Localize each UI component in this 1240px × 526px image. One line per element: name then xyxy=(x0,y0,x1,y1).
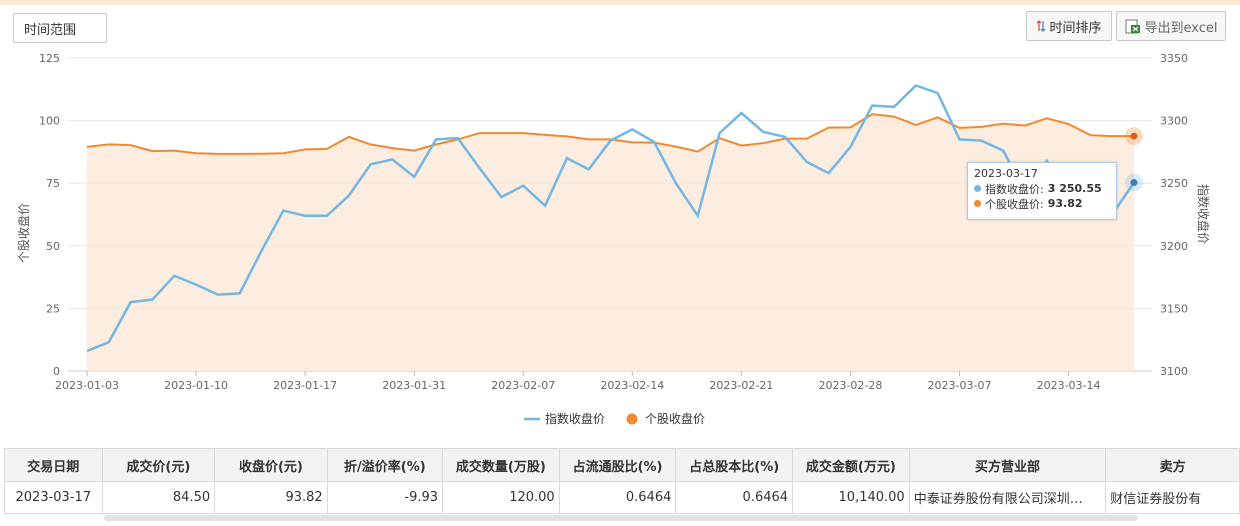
y-left-axis-title: 个股收盘价 xyxy=(16,203,31,263)
table-header[interactable]: 折/溢价率(%) xyxy=(326,448,444,482)
y-left-tick-label: 25 xyxy=(46,302,60,315)
tooltip-stock-label: 个股收盘价: xyxy=(985,197,1044,211)
x-tick-label: 2023-03-14 xyxy=(1037,379,1101,392)
y-right-axis-title: 指数收盘价 xyxy=(1196,184,1211,244)
table-cell: 10,140.00 xyxy=(792,481,910,514)
y-left-tick-label: 75 xyxy=(46,177,60,190)
block-trade-table-wrap: 交易日期 成交价(元) 收盘价(元) 折/溢价率(%) 成交数量(万股) 占流通… xyxy=(0,448,1240,526)
stock-price-area xyxy=(87,114,1134,371)
table-header[interactable]: 交易日期 xyxy=(4,448,103,482)
legend-index-label: 指数收盘价 xyxy=(545,411,605,426)
y-left-tick-label: 50 xyxy=(46,240,60,253)
table-header[interactable]: 成交金额(万元) xyxy=(792,448,910,482)
table-cell: 中泰证券股份有限公司深圳… xyxy=(908,481,1107,514)
legend-stock-label: 个股收盘价 xyxy=(645,411,705,426)
time-range-label: 时间范围 xyxy=(24,22,77,38)
x-tick-label: 2023-02-28 xyxy=(818,379,882,392)
tooltip-index-label: 指数收盘价: xyxy=(985,182,1044,196)
y-left-tick-label: 125 xyxy=(39,52,60,65)
sort-arrows-icon xyxy=(1037,20,1046,32)
stock-hover-point xyxy=(1130,132,1138,140)
tooltip-index-value: 3 250.55 xyxy=(1047,182,1102,195)
table-cell: 93.82 xyxy=(214,481,328,514)
horizontal-scrollbar[interactable] xyxy=(104,515,1138,521)
table-header[interactable]: 成交数量(万股) xyxy=(442,448,560,482)
y-right-tick-label: 3250 xyxy=(1160,177,1188,190)
y-right-tick-label: 3200 xyxy=(1160,240,1188,253)
chart-area: 0 25 50 75 100 125 3100 3150 3200 3250 3300 3350 个股收… xyxy=(0,47,1240,445)
x-tick-label: 2023-01-31 xyxy=(382,379,446,392)
y-right-tick-label: 3350 xyxy=(1160,52,1188,65)
y-left-tick-label: 100 xyxy=(39,115,60,128)
table-header[interactable]: 成交价(元) xyxy=(101,448,216,482)
index-hover-point xyxy=(1130,179,1138,187)
time-sort-label: 时间排序 xyxy=(1049,20,1102,36)
toolbar: 时间范围 时间排序 导出到excel xyxy=(0,5,1240,47)
table-header[interactable]: 占流通股比(%) xyxy=(558,448,677,482)
block-trade-table: 交易日期 成交价(元) 收盘价(元) 折/溢价率(%) 成交数量(万股) 占流通… xyxy=(4,448,1240,514)
tooltip-stock-value: 93.82 xyxy=(1047,197,1083,210)
x-tick-label: 2023-02-14 xyxy=(600,379,664,392)
x-tick-label: 2023-02-07 xyxy=(491,379,555,392)
x-tick-label: 2023-03-07 xyxy=(928,379,992,392)
table-cell: 0.6464 xyxy=(675,481,794,514)
x-tick-label: 2023-01-03 xyxy=(55,379,119,392)
y-right-tick-label: 3100 xyxy=(1160,365,1188,378)
export-excel-button[interactable]: 导出到excel xyxy=(1116,11,1226,41)
time-sort-button[interactable]: 时间排序 xyxy=(1026,11,1112,41)
table-cell: -9.93 xyxy=(326,481,444,514)
table-cell: 财信证券股份有 xyxy=(1105,481,1240,514)
table-header[interactable]: 收盘价(元) xyxy=(214,448,328,482)
tooltip-index-dot xyxy=(974,185,981,192)
x-tick-label: 2023-01-17 xyxy=(273,379,337,392)
table-header[interactable]: 占总股本比(%) xyxy=(675,448,794,482)
y-right-tick-label: 3300 xyxy=(1160,115,1188,128)
table-cell: 84.50 xyxy=(101,481,216,514)
table-cell: 2023-03-17 xyxy=(4,481,103,514)
table-header-row: 交易日期 成交价(元) 收盘价(元) 折/溢价率(%) 成交数量(万股) 占流通… xyxy=(4,448,1240,482)
x-tick-label: 2023-02-21 xyxy=(709,379,773,392)
table-header[interactable]: 卖方 xyxy=(1105,448,1240,482)
time-range-button[interactable]: 时间范围 xyxy=(13,13,107,43)
chart-tooltip: 2023-03-17 指数收盘价: 3 250.55 个股收盘价: 93.82 xyxy=(967,162,1117,220)
legend-stock-swatch xyxy=(626,413,638,425)
y-left-tick-label: 0 xyxy=(53,365,60,378)
y-right-tick-label: 3150 xyxy=(1160,302,1188,315)
tooltip-date: 2023-03-17 xyxy=(974,167,1038,180)
table-cell: 0.6464 xyxy=(558,481,677,514)
table-cell: 120.00 xyxy=(442,481,560,514)
table-header[interactable]: 买方营业部 xyxy=(908,448,1107,482)
export-excel-label: 导出到excel xyxy=(1144,20,1218,36)
price-chart[interactable]: 0 25 50 75 100 125 3100 3150 3200 3250 3300 3350 个股收… xyxy=(0,47,1240,445)
table-row[interactable]: 2023-03-17 84.50 93.82 -9.93 120.00 0.64… xyxy=(4,481,1240,514)
excel-icon xyxy=(1125,19,1140,33)
x-tick-label: 2023-01-10 xyxy=(164,379,228,392)
tooltip-stock-dot xyxy=(974,200,981,207)
